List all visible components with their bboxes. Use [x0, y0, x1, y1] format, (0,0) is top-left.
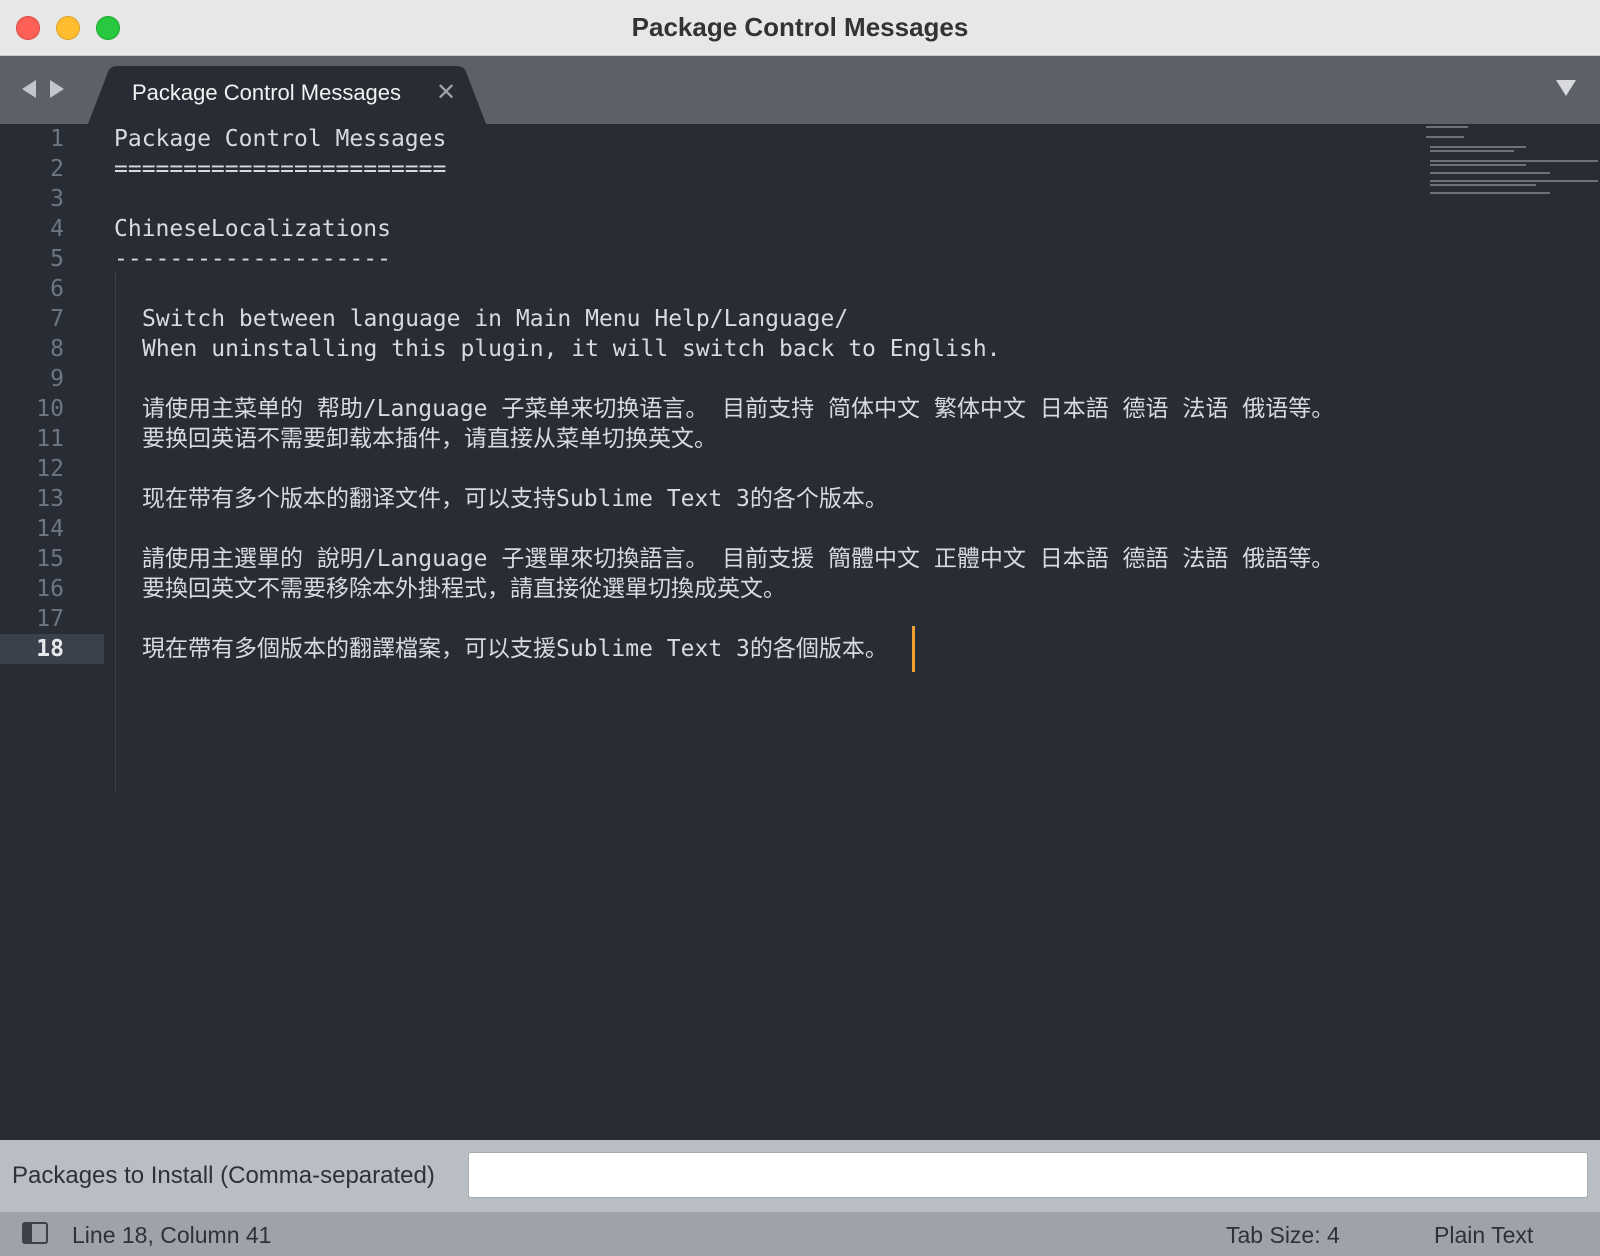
- sidebar-toggle-icon[interactable]: [22, 1222, 48, 1244]
- text-cursor: [912, 626, 915, 672]
- window-title: Package Control Messages: [631, 12, 969, 42]
- line-number-gutter: 1 2 3 4 5 6 7 8 9 10 11 12 13 14 15 16 1…: [0, 124, 104, 1140]
- line-number: 15: [36, 546, 64, 572]
- code-line[interactable]: 請使用主選單的 說明/Language 子選單來切換語言。 目前支援 簡體中文 …: [142, 544, 1334, 574]
- line-number: 11: [36, 426, 64, 452]
- line-number: 7: [50, 306, 64, 332]
- tab-label: Package Control Messages: [132, 80, 402, 105]
- status-bar: Line 18, Column 41 Tab Size: 4 Plain Tex…: [0, 1212, 1600, 1256]
- line-number: 2: [50, 156, 64, 182]
- line-number: 1: [50, 126, 64, 152]
- minimap[interactable]: [1424, 124, 1600, 204]
- cursor-position[interactable]: Line 18, Column 41: [72, 1222, 271, 1249]
- code-line[interactable]: 请使用主菜单的 帮助/Language 子菜单来切换语言。 目前支持 简体中文 …: [142, 394, 1334, 424]
- code-line-active[interactable]: 現在帶有多個版本的翻譯檔案，可以支援Sublime Text 3的各個版本。: [142, 634, 888, 664]
- triangle-left-icon[interactable]: [22, 80, 36, 98]
- code-line-heading[interactable]: ChineseLocalizations: [114, 214, 391, 244]
- code-line-underline[interactable]: ========================: [114, 154, 446, 184]
- chevron-down-icon[interactable]: [1556, 80, 1576, 96]
- tab-package-control-messages[interactable]: Package Control Messages ✕: [88, 66, 508, 124]
- sublime-text-window: Package Control Messages Package Control…: [0, 0, 1600, 1256]
- code-line-title[interactable]: Package Control Messages: [114, 124, 446, 154]
- packages-to-install-input[interactable]: [468, 1152, 1588, 1198]
- line-number-active: 18: [0, 634, 104, 664]
- close-icon[interactable]: ✕: [436, 78, 456, 106]
- line-number: 4: [50, 216, 64, 242]
- input-panel: Packages to Install (Comma-separated): [0, 1140, 1600, 1212]
- line-number: 13: [36, 486, 64, 512]
- code-line-rule[interactable]: --------------------: [114, 244, 391, 274]
- code-line[interactable]: 要换回英语不需要卸载本插件，请直接从菜单切换英文。: [142, 424, 717, 454]
- code-line[interactable]: When uninstalling this plugin, it will s…: [142, 334, 1001, 364]
- line-number: 5: [50, 246, 64, 272]
- line-number: 8: [50, 336, 64, 362]
- code-line[interactable]: 现在带有多个版本的翻译文件，可以支持Sublime Text 3的各个版本。: [142, 484, 888, 514]
- editor-view[interactable]: 1 2 3 4 5 6 7 8 9 10 11 12 13 14 15 16 1…: [0, 124, 1600, 1140]
- syntax-selector[interactable]: Plain Text: [1434, 1222, 1533, 1249]
- code-line[interactable]: 要換回英文不需要移除本外掛程式，請直接從選單切換成英文。: [142, 574, 786, 604]
- code-line[interactable]: Switch between language in Main Menu Hel…: [142, 304, 848, 334]
- packages-input-label: Packages to Install (Comma-separated): [12, 1162, 435, 1189]
- line-number: 14: [36, 516, 64, 542]
- tab-size-selector[interactable]: Tab Size: 4: [1226, 1222, 1340, 1249]
- line-number: 9: [50, 366, 64, 392]
- line-number: 10: [36, 396, 64, 422]
- title-bar: Package Control Messages: [0, 0, 1600, 56]
- tab-navigation: [20, 78, 70, 102]
- line-number: 3: [50, 186, 64, 212]
- line-number: 12: [36, 456, 64, 482]
- line-number: 17: [36, 606, 64, 632]
- tab-bar: Package Control Messages ✕: [0, 56, 1600, 124]
- triangle-right-icon[interactable]: [50, 80, 64, 98]
- line-number: 6: [50, 276, 64, 302]
- line-number: 16: [36, 576, 64, 602]
- indent-guide: [115, 272, 116, 792]
